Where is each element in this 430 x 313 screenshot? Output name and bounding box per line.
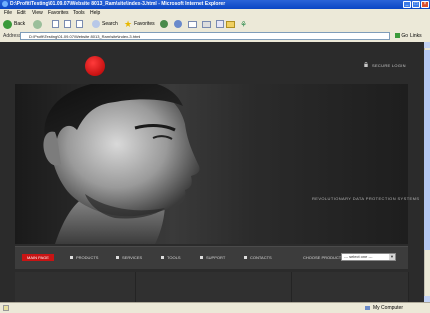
edit-icon <box>216 20 224 28</box>
back-arrow-icon <box>3 19 12 29</box>
secure-login-link[interactable]: SECURE LOGIN <box>372 63 406 68</box>
nav-products[interactable]: PRODUCTS <box>70 254 98 261</box>
history-icon <box>174 20 182 28</box>
content-column <box>136 272 292 302</box>
portrait-graphic <box>43 84 200 244</box>
back-label: Back <box>14 21 26 27</box>
nav-services-label: SERVICES <box>122 255 143 260</box>
messenger-button[interactable]: ⚘ <box>240 19 247 29</box>
print-button[interactable] <box>202 19 211 29</box>
menu-favorites[interactable]: Favorites <box>48 9 69 17</box>
content-column <box>292 272 409 302</box>
home-icon <box>76 20 83 28</box>
menu-file[interactable]: File <box>4 9 12 17</box>
tagline: REVOLUTIONARY DATA PROTECTION SYSTEMS <box>312 196 420 201</box>
status-bar: My Computer <box>0 302 430 313</box>
go-button[interactable]: Go <box>395 32 408 41</box>
computer-icon <box>365 306 370 310</box>
page-status-icon <box>3 305 9 311</box>
stop-button[interactable] <box>52 19 59 29</box>
stop-icon <box>52 20 59 28</box>
favorites-label: Favorites <box>134 21 155 27</box>
product-select[interactable]: --- select one --- <box>341 253 396 261</box>
chevron-down-icon[interactable]: ▼ <box>389 254 395 260</box>
choose-product-label: CHOOSE PRODUCT <box>303 255 342 260</box>
bullet-icon <box>70 256 73 259</box>
go-arrow-icon <box>395 33 400 39</box>
history-button[interactable] <box>174 19 182 29</box>
links-button[interactable]: Links <box>410 32 422 41</box>
maximize-button[interactable]: □ <box>412 1 420 8</box>
menu-edit[interactable]: Edit <box>17 9 26 17</box>
bullet-icon <box>200 256 203 259</box>
minimize-button[interactable]: _ <box>403 1 411 8</box>
mail-button[interactable] <box>188 19 197 29</box>
bullet-icon <box>116 256 119 259</box>
bullet-icon <box>244 256 247 259</box>
menu-view[interactable]: View <box>32 9 43 17</box>
address-value: D:\Profit\Testing\01.09.07\Website 8013_… <box>29 34 141 39</box>
close-button[interactable]: × <box>421 1 429 8</box>
forward-arrow-icon <box>33 19 42 29</box>
go-label: Go <box>401 33 409 39</box>
refresh-icon <box>64 20 71 28</box>
toolbar: Back Search ★ Favorites ⚘ <box>0 17 430 32</box>
ie-icon <box>2 1 8 7</box>
lock-icon <box>364 62 368 67</box>
folder-icon <box>226 20 235 28</box>
title-bar: D:\Profit\Testing\01.09.07\Website 8013_… <box>0 0 430 9</box>
back-button[interactable]: Back <box>3 19 25 29</box>
menu-help[interactable]: Help <box>90 9 100 17</box>
window-title: D:\Profit\Testing\01.09.07\Website 8013_… <box>10 1 226 7</box>
content-column <box>15 272 136 302</box>
favorites-button[interactable]: ★ Favorites <box>124 19 155 29</box>
scroll-up-button[interactable] <box>424 42 430 48</box>
address-input[interactable]: D:\Profit\Testing\01.09.07\Website 8013_… <box>20 32 390 40</box>
address-label: Address <box>3 33 22 39</box>
media-button[interactable] <box>160 19 168 29</box>
nav-tools-label: TOOLS <box>167 255 181 260</box>
nav-support[interactable]: SUPPORT <box>200 254 225 261</box>
messenger-icon: ⚘ <box>240 19 248 29</box>
product-select-value: --- select one --- <box>344 254 373 259</box>
print-icon <box>202 20 211 28</box>
search-icon <box>92 20 100 28</box>
home-button[interactable] <box>76 19 83 29</box>
search-button[interactable]: Search <box>92 19 118 29</box>
nav-tools[interactable]: TOOLS <box>161 254 181 261</box>
media-icon <box>160 20 168 28</box>
edit-button[interactable] <box>216 19 224 29</box>
folder-button[interactable] <box>226 19 235 29</box>
search-label: Search <box>102 21 118 27</box>
nav-support-label: SUPPORT <box>206 255 226 260</box>
hero-image <box>15 84 408 244</box>
scroll-thumb[interactable] <box>424 50 430 250</box>
refresh-button[interactable] <box>64 19 71 29</box>
bullet-icon <box>161 256 164 259</box>
forward-button[interactable] <box>33 19 42 29</box>
nav-services[interactable]: SERVICES <box>116 254 142 261</box>
mail-icon <box>188 20 197 28</box>
nav-contacts[interactable]: CONTACTS <box>244 254 272 261</box>
star-icon: ★ <box>124 18 133 29</box>
nav-contacts-label: CONTACTS <box>250 255 272 260</box>
menu-bar: File Edit View Favorites Tools Help <box>0 9 430 17</box>
nav-main-page[interactable]: MAIN PAGE <box>22 254 54 261</box>
nav-products-label: PRODUCTS <box>76 255 99 260</box>
logo[interactable] <box>85 56 105 76</box>
menu-tools[interactable]: Tools <box>73 9 85 17</box>
